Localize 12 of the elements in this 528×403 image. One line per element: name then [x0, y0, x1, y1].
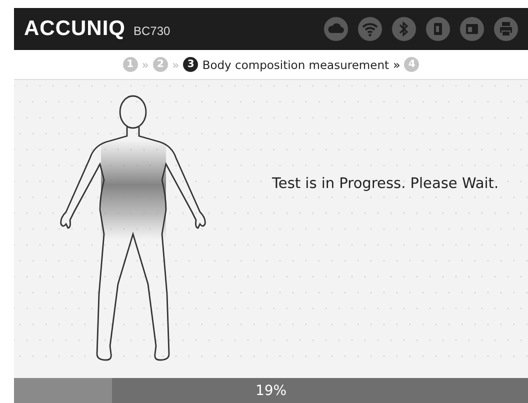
step-number: 4 [404, 57, 420, 72]
step-separator: » [172, 58, 180, 72]
progress-percent: 19% [255, 382, 287, 398]
step-label: Body composition measurement [202, 58, 390, 72]
step-separator: » [393, 58, 400, 72]
status-message: Test is in Progress. Please Wait. [272, 176, 499, 192]
step-number: 1 [122, 57, 138, 72]
brand-logo: ACCUNIQ [24, 17, 126, 41]
step-number: 2 [152, 57, 168, 72]
step-number: 3 [183, 57, 198, 72]
model-label: BC730 [134, 24, 170, 38]
step-separator: » [142, 58, 149, 72]
